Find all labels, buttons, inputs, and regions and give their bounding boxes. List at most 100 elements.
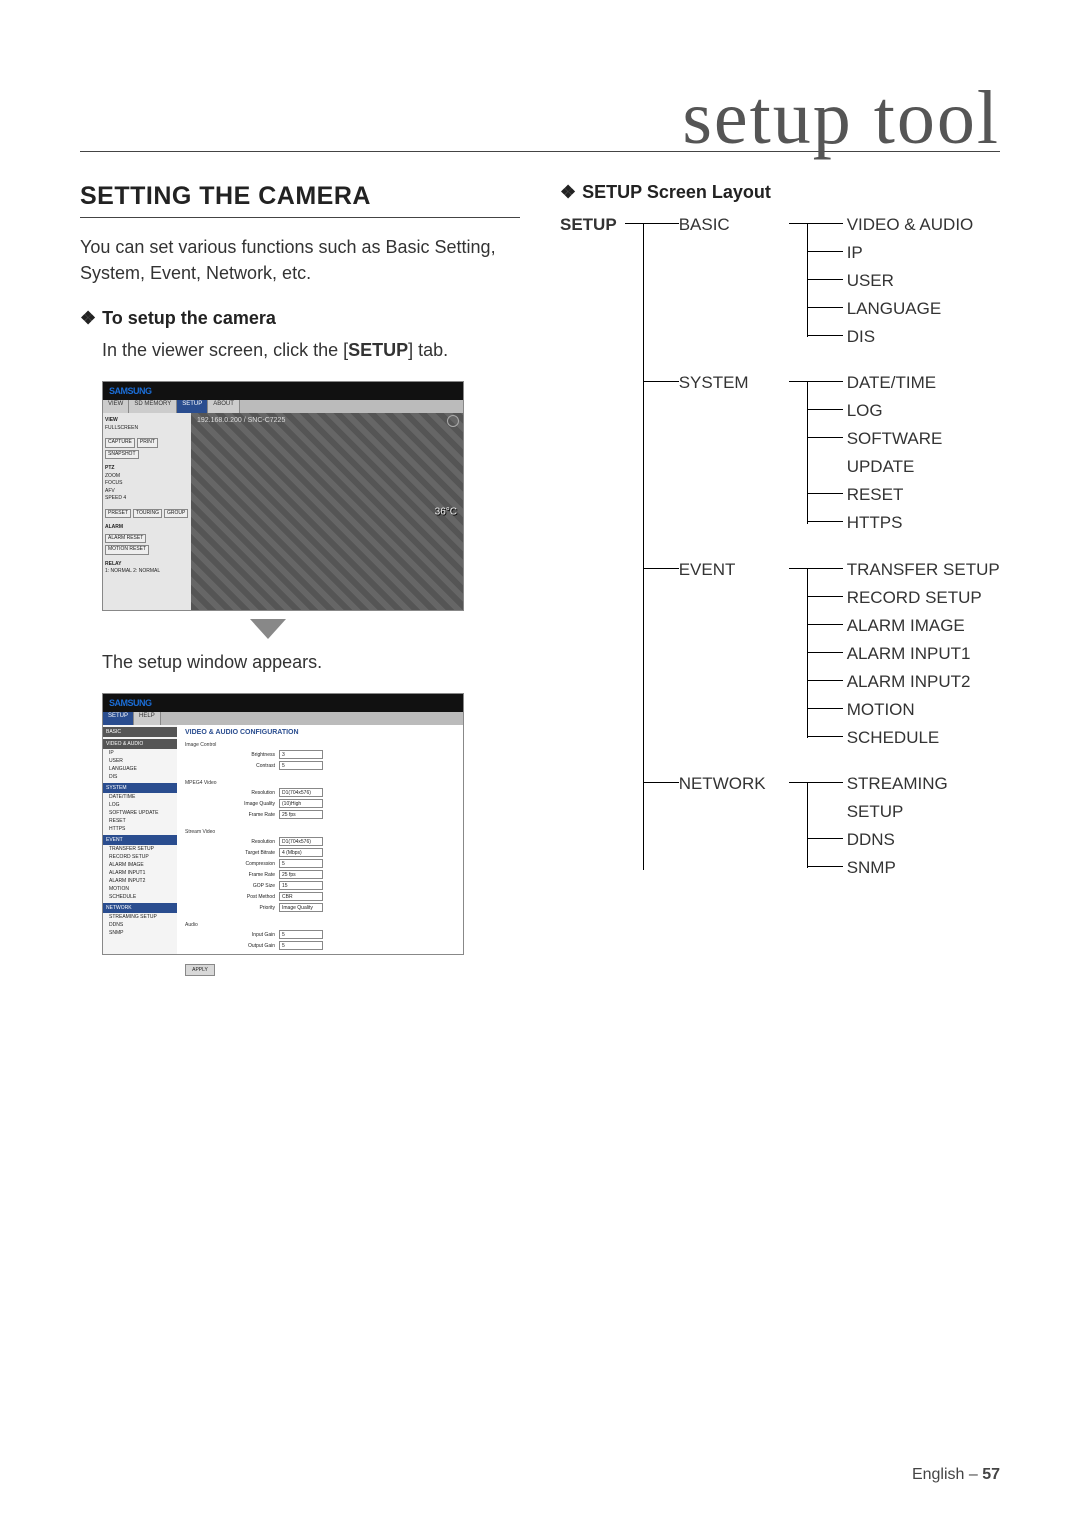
twigs-network: STREAMING SETUP DDNS SNMP (807, 770, 1000, 882)
twig-log: LOG (843, 397, 1000, 425)
ss-speed-val: 4 (123, 495, 126, 501)
g3r5v[interactable]: CBR (279, 892, 323, 901)
twig-https: HTTPS (843, 509, 1000, 537)
ss-tab-view[interactable]: VIEW (103, 400, 129, 413)
g3r3v[interactable]: 25 fps (279, 870, 323, 879)
ssb-item-ai1[interactable]: ALARM INPUT1 (103, 869, 177, 877)
branch-label-basic: BASIC (679, 211, 789, 239)
g3r6l: Priority (225, 905, 275, 911)
ssb-item-ip[interactable]: IP (103, 749, 177, 757)
ssb-tab-help[interactable]: HELP (134, 712, 161, 725)
g3r1v[interactable]: 4 (Mbps) (279, 848, 323, 857)
ssb-g1: Image Control Brightness3 Contrast5 (177, 740, 463, 778)
ss-group[interactable]: GROUP (164, 509, 188, 519)
ss-tab-setup[interactable]: SETUP (177, 400, 208, 413)
g3r0l: Resolution (225, 839, 275, 845)
branch-label-system: SYSTEM (679, 369, 789, 397)
footer-page: 57 (982, 1466, 1000, 1483)
ssb-item-ai2[interactable]: ALARM INPUT2 (103, 877, 177, 885)
g1r1v[interactable]: 5 (279, 761, 323, 770)
ssb-item-dt[interactable]: DATE/TIME (103, 793, 177, 801)
ssb-tab-setup[interactable]: SETUP (103, 712, 134, 725)
g2r0v[interactable]: D1(704x576) (279, 788, 323, 797)
g2r2l: Frame Rate (225, 812, 275, 818)
diamond-icon-2: ❖ (560, 182, 576, 203)
ssb-body: BASIC VIDEO & AUDIO IP USER LANGUAGE DIS… (103, 725, 463, 954)
ss-focus: FOCUS (105, 480, 189, 488)
intro-text: You can set various functions such as Ba… (80, 234, 520, 286)
ss-alarm-reset[interactable]: ALARM RESET (105, 534, 146, 544)
ss-ip-line: 192.168.0.200 / SNC-C7225 (197, 417, 285, 424)
twig-ai2: ALARM INPUT2 (843, 668, 1000, 696)
g2r2v[interactable]: 25 fps (279, 810, 323, 819)
twig-lang: LANGUAGE (843, 295, 1000, 323)
ssb-cat-system[interactable]: SYSTEM (103, 783, 177, 793)
ssb-item-ddns[interactable]: DDNS (103, 921, 177, 929)
ss-ptz-hdr: PTZ (105, 465, 189, 473)
ssb-item-https[interactable]: HTTPS (103, 825, 177, 833)
twig-dis: DIS (843, 323, 1000, 351)
ss-fullscreen: FULLSCREEN (105, 425, 189, 433)
ssb-item-va[interactable]: VIDEO & AUDIO (103, 739, 177, 749)
left-column: SETTING THE CAMERA You can set various f… (80, 182, 520, 963)
ss-snapshot[interactable]: SNAPSHOT (105, 450, 139, 460)
ss-body: VIEW FULLSCREEN CAPTURE PRINT SNAPSHOT P… (103, 413, 463, 610)
g3r2v[interactable]: 5 (279, 859, 323, 868)
twig-reset: RESET (843, 481, 1000, 509)
ssb-item-snmp[interactable]: SNMP (103, 929, 177, 937)
g3r6v[interactable]: Image Quality (279, 903, 323, 912)
twigs-system: DATE/TIME LOG SOFTWARE UPDATE RESET HTTP… (807, 369, 1000, 537)
ssb-item-ts[interactable]: TRANSFER SETUP (103, 845, 177, 853)
ss-temp: 36°C (435, 506, 457, 517)
ss-tab-sdmem[interactable]: SD MEMORY (129, 400, 177, 413)
ssb-item-dis[interactable]: DIS (103, 773, 177, 781)
g1r0v[interactable]: 3 (279, 750, 323, 759)
ss-capture[interactable]: CAPTURE (105, 438, 135, 448)
ssb-cat-network[interactable]: NETWORK (103, 903, 177, 913)
g2r1l: Image Quality (225, 801, 275, 807)
tree-trunk: BASIC VIDEO & AUDIO IP USER LANGUAGE DIS (643, 211, 1000, 882)
twig-ts: TRANSFER SETUP (843, 556, 1000, 584)
instruction-line: In the viewer screen, click the [SETUP] … (102, 337, 520, 363)
footer-lang: English – (912, 1466, 982, 1483)
branch-basic: BASIC VIDEO & AUDIO IP USER LANGUAGE DIS (679, 211, 1000, 351)
branch-label-network: NETWORK (679, 770, 789, 798)
ss-tab-row: VIEW SD MEMORY SETUP ABOUT (103, 400, 463, 413)
twig-ddns: DDNS (843, 826, 1000, 854)
g4r0v[interactable]: 5 (279, 930, 323, 939)
apply-button[interactable]: APPLY (185, 964, 215, 976)
twig-dt: DATE/TIME (843, 369, 1000, 397)
ssb-item-ai[interactable]: ALARM IMAGE (103, 861, 177, 869)
ssb-item-sch[interactable]: SCHEDULE (103, 893, 177, 901)
ssb-cat-event[interactable]: EVENT (103, 835, 177, 845)
ssb-item-mo[interactable]: MOTION (103, 885, 177, 893)
ssb-item-sw[interactable]: SOFTWARE UPDATE (103, 809, 177, 817)
g4r1v[interactable]: 5 (279, 941, 323, 950)
twigs-basic: VIDEO & AUDIO IP USER LANGUAGE DIS (807, 211, 1000, 351)
g2r1v[interactable]: (10)High (279, 799, 323, 808)
sub-title-setup: ❖To setup the camera (80, 308, 520, 329)
ssb-item-ss[interactable]: STREAMING SETUP (103, 913, 177, 921)
ss-touring[interactable]: TOURING (133, 509, 162, 519)
ssb-side: BASIC VIDEO & AUDIO IP USER LANGUAGE DIS… (103, 725, 177, 954)
ssb-item-rs[interactable]: RECORD SETUP (103, 853, 177, 861)
ss-preset[interactable]: PRESET (105, 509, 131, 519)
ssb-item-reset[interactable]: RESET (103, 817, 177, 825)
ssb-item-log[interactable]: LOG (103, 801, 177, 809)
g3r4l: GOP Size (225, 883, 275, 889)
ssb-top-bar: SAMSUNG (103, 694, 463, 712)
g3r4v[interactable]: 15 (279, 881, 323, 890)
twig-ai1: ALARM INPUT1 (843, 640, 1000, 668)
g3r0v[interactable]: D1(704x576) (279, 837, 323, 846)
ssb-item-user[interactable]: USER (103, 757, 177, 765)
ssb-g2-hdr: MPEG4 Video (185, 780, 455, 786)
ss-motion-reset[interactable]: MOTION RESET (105, 545, 149, 555)
refresh-icon[interactable] (447, 415, 459, 427)
header-rule: setup tool (80, 80, 1000, 152)
ssb-item-lang[interactable]: LANGUAGE (103, 765, 177, 773)
twigs-event: TRANSFER SETUP RECORD SETUP ALARM IMAGE … (807, 556, 1000, 752)
ss-print[interactable]: PRINT (137, 438, 158, 448)
ss-logo: SAMSUNG (109, 386, 152, 396)
ss-tab-about[interactable]: ABOUT (208, 400, 240, 413)
ssb-cat-basic[interactable]: BASIC (103, 727, 177, 737)
